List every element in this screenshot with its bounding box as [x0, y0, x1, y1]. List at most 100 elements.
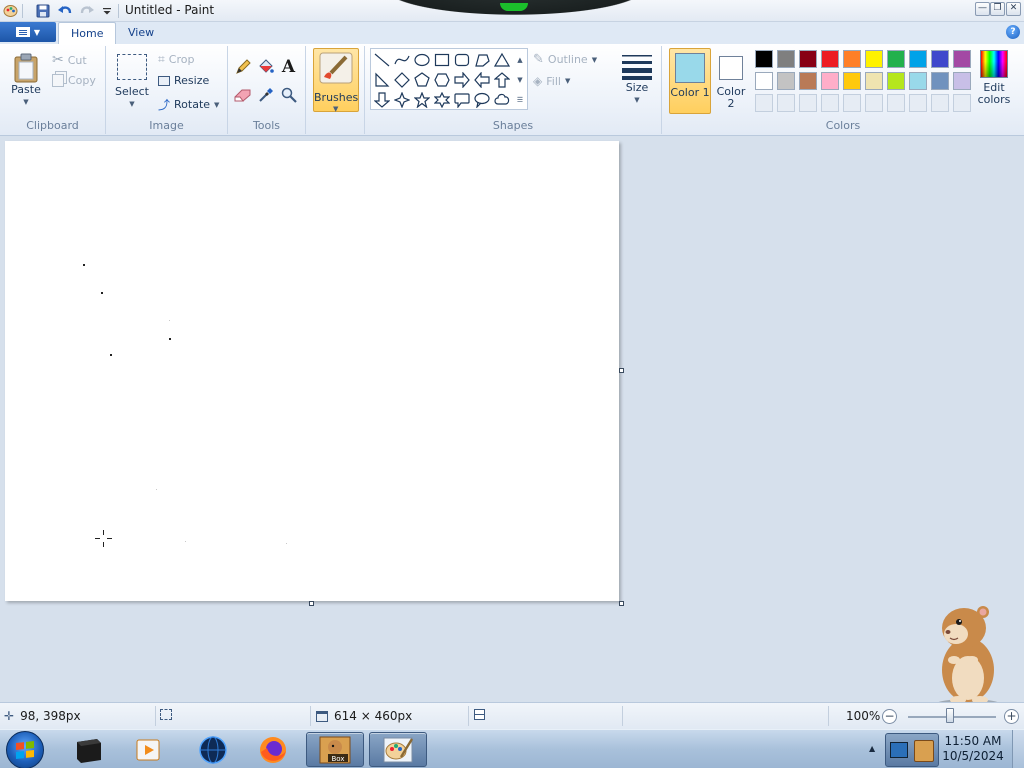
fill-bucket-icon[interactable] — [255, 56, 276, 77]
zoom-in-button[interactable]: + — [1004, 709, 1019, 724]
shapes-scroll-down[interactable]: ▼ — [514, 70, 526, 90]
box-label: Box — [331, 755, 344, 763]
canvas-mark — [156, 489, 157, 490]
cut-label: Cut — [67, 53, 87, 67]
clock-time: 11:50 AM — [944, 734, 1002, 748]
resize-handle-corner[interactable] — [619, 601, 624, 606]
customize-dropdown-icon[interactable] — [98, 2, 115, 19]
six-point-star-shape-icon[interactable] — [432, 90, 452, 110]
save-icon[interactable] — [34, 2, 51, 19]
oval-shape-icon[interactable] — [412, 50, 432, 70]
status-divider — [622, 706, 623, 726]
close-button[interactable]: ✕ — [1006, 2, 1021, 16]
zoom-slider-thumb[interactable] — [946, 708, 954, 723]
line-size-icon — [622, 55, 652, 80]
canvas-mark — [286, 543, 287, 544]
zoom-out-button[interactable]: − — [882, 709, 897, 724]
select-rectangle-icon — [117, 54, 147, 80]
clipboard-icon — [14, 53, 38, 83]
pencil-icon[interactable] — [232, 56, 253, 77]
selection-size-status — [160, 709, 172, 720]
size-button[interactable]: Size ▼ — [618, 50, 656, 106]
paste-button[interactable]: Paste ▼ — [6, 52, 46, 108]
shapes-scroll-up[interactable]: ▲ — [514, 50, 526, 70]
text-icon[interactable]: A — [278, 56, 299, 77]
taskbar-terminal[interactable] — [60, 732, 118, 767]
up-arrow-shape-icon[interactable] — [492, 70, 512, 90]
globe-icon — [199, 735, 227, 764]
shapes-expand[interactable]: ☰ — [514, 90, 526, 110]
taskbar-hamster-box[interactable]: Box — [306, 732, 364, 767]
tray-app-group[interactable] — [885, 733, 939, 767]
redo-icon[interactable] — [78, 2, 95, 19]
copy-button[interactable]: Copy — [52, 74, 96, 87]
taskbar-globe-app[interactable] — [184, 732, 242, 767]
polygon-shape-icon[interactable] — [472, 50, 492, 70]
canvas-workspace[interactable] — [0, 136, 1024, 702]
cut-button[interactable]: ✂ Cut — [52, 52, 87, 68]
rotate-button[interactable]: ⤴ Rotate ▼ — [158, 96, 219, 113]
restore-button[interactable]: ❐ — [990, 2, 1005, 16]
rounded-callout-shape-icon[interactable] — [452, 90, 472, 110]
canvas-mark — [83, 264, 85, 266]
canvas-mark — [110, 354, 112, 356]
drawing-canvas[interactable] — [5, 141, 619, 601]
network-icon — [890, 742, 908, 758]
curve-shape-icon[interactable] — [392, 50, 412, 70]
show-hidden-icons-button[interactable]: ▲ — [869, 744, 875, 753]
taskbar-firefox[interactable] — [244, 732, 302, 767]
oval-callout-shape-icon[interactable] — [472, 90, 492, 110]
pentagon-shape-icon[interactable] — [412, 70, 432, 90]
resize-icon — [158, 75, 170, 86]
hamster-box-icon: Box — [319, 736, 351, 763]
hamster-tray-icon — [914, 740, 934, 762]
right-triangle-shape-icon[interactable] — [372, 70, 392, 90]
size-group: Size ▼ — [612, 46, 662, 134]
terminal-icon — [77, 738, 101, 763]
eraser-icon[interactable] — [232, 84, 253, 105]
resize-handle-right[interactable] — [619, 368, 624, 373]
select-button[interactable]: Select ▼ — [112, 52, 152, 110]
right-arrow-shape-icon[interactable] — [452, 70, 472, 90]
rounded-rectangle-shape-icon[interactable] — [452, 50, 472, 70]
resize-button[interactable]: Resize — [158, 74, 209, 87]
help-icon[interactable]: ? — [1006, 25, 1020, 39]
ribbon: Paste ▼ ✂ Cut Copy Clipboard Select ▼ ⌗ … — [0, 44, 1024, 136]
magnifier-icon[interactable] — [278, 84, 299, 105]
start-button[interactable] — [6, 731, 44, 768]
file-size-status — [474, 709, 485, 720]
crop-button[interactable]: ⌗ Crop — [158, 52, 194, 67]
tab-home[interactable]: Home — [58, 22, 117, 44]
taskbar-paint[interactable] — [369, 732, 427, 767]
resize-handle-bottom[interactable] — [309, 601, 314, 606]
brush-icon — [319, 52, 353, 84]
down-arrow-shape-icon[interactable] — [372, 90, 392, 110]
brushes-button[interactable]: Brushes ▼ — [313, 48, 359, 113]
color-picker-icon[interactable] — [255, 84, 276, 105]
tab-view[interactable]: View — [116, 22, 166, 44]
clock-date: 10/5/2024 — [942, 749, 1004, 763]
left-arrow-shape-icon[interactable] — [472, 70, 492, 90]
title-bar: Untitled - Paint — ❐ ✕ — [0, 0, 1024, 22]
paint-app-icon[interactable] — [2, 2, 19, 19]
fill-label: Fill — [546, 74, 561, 88]
line-shape-icon[interactable] — [372, 50, 392, 70]
five-point-star-shape-icon[interactable] — [412, 90, 432, 110]
cloud-callout-shape-icon[interactable] — [492, 90, 512, 110]
hexagon-shape-icon[interactable] — [432, 70, 452, 90]
minimize-button[interactable]: — — [975, 2, 990, 16]
fill-button[interactable]: ◈ Fill ▼ — [533, 74, 570, 88]
four-point-star-shape-icon[interactable] — [392, 90, 412, 110]
triangle-shape-icon[interactable] — [492, 50, 512, 70]
rectangle-shape-icon[interactable] — [432, 50, 452, 70]
paint-menu-button[interactable]: ▼ — [0, 22, 56, 42]
diamond-shape-icon[interactable] — [392, 70, 412, 90]
taskbar-media-player[interactable] — [120, 732, 178, 767]
show-desktop-button[interactable] — [1012, 730, 1024, 768]
hamster-desktop-pet[interactable] — [920, 600, 1010, 710]
canvas-mark — [169, 320, 170, 321]
system-clock[interactable]: 11:50 AM 10/5/2024 — [940, 734, 1006, 764]
size-label: Size — [625, 81, 649, 94]
outline-button[interactable]: ✎ Outline ▼ — [533, 52, 597, 67]
undo-icon[interactable] — [56, 2, 73, 19]
